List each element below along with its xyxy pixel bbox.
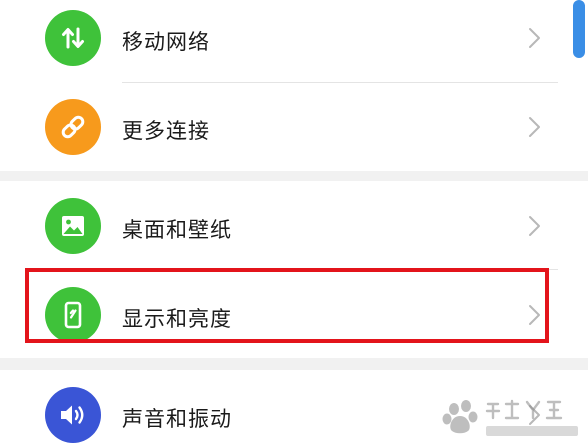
settings-item-mobile-network[interactable]: 移动网络	[0, 0, 588, 88]
link-icon	[45, 99, 101, 155]
settings-item-display-brightness[interactable]: 显示和亮度	[0, 270, 588, 358]
settings-item-label: 声音和振动	[122, 407, 232, 431]
baidu-watermark-logo	[442, 399, 578, 436]
settings-screen: 移动网络 更多连接 桌面和壁纸 显示和亮度 声音和振动	[0, 0, 588, 446]
section-divider	[0, 171, 588, 181]
settings-item-label: 桌面和壁纸	[122, 218, 232, 242]
section-divider	[0, 358, 588, 370]
display-brightness-icon	[45, 287, 101, 343]
chevron-right-icon	[529, 216, 540, 236]
speaker-icon	[45, 387, 101, 443]
settings-item-label: 更多连接	[122, 119, 210, 143]
chevron-right-icon	[529, 305, 540, 325]
settings-item-label: 移动网络	[122, 30, 210, 54]
settings-item-label: 显示和亮度	[122, 307, 232, 331]
wallpaper-icon	[45, 198, 101, 254]
mobile-data-icon	[45, 10, 101, 66]
settings-item-desktop-wallpaper[interactable]: 桌面和壁纸	[0, 181, 588, 269]
settings-item-more-connections[interactable]: 更多连接	[0, 83, 588, 171]
scrollbar[interactable]	[573, 0, 585, 58]
chevron-right-icon	[529, 28, 540, 48]
chevron-right-icon	[529, 117, 540, 137]
